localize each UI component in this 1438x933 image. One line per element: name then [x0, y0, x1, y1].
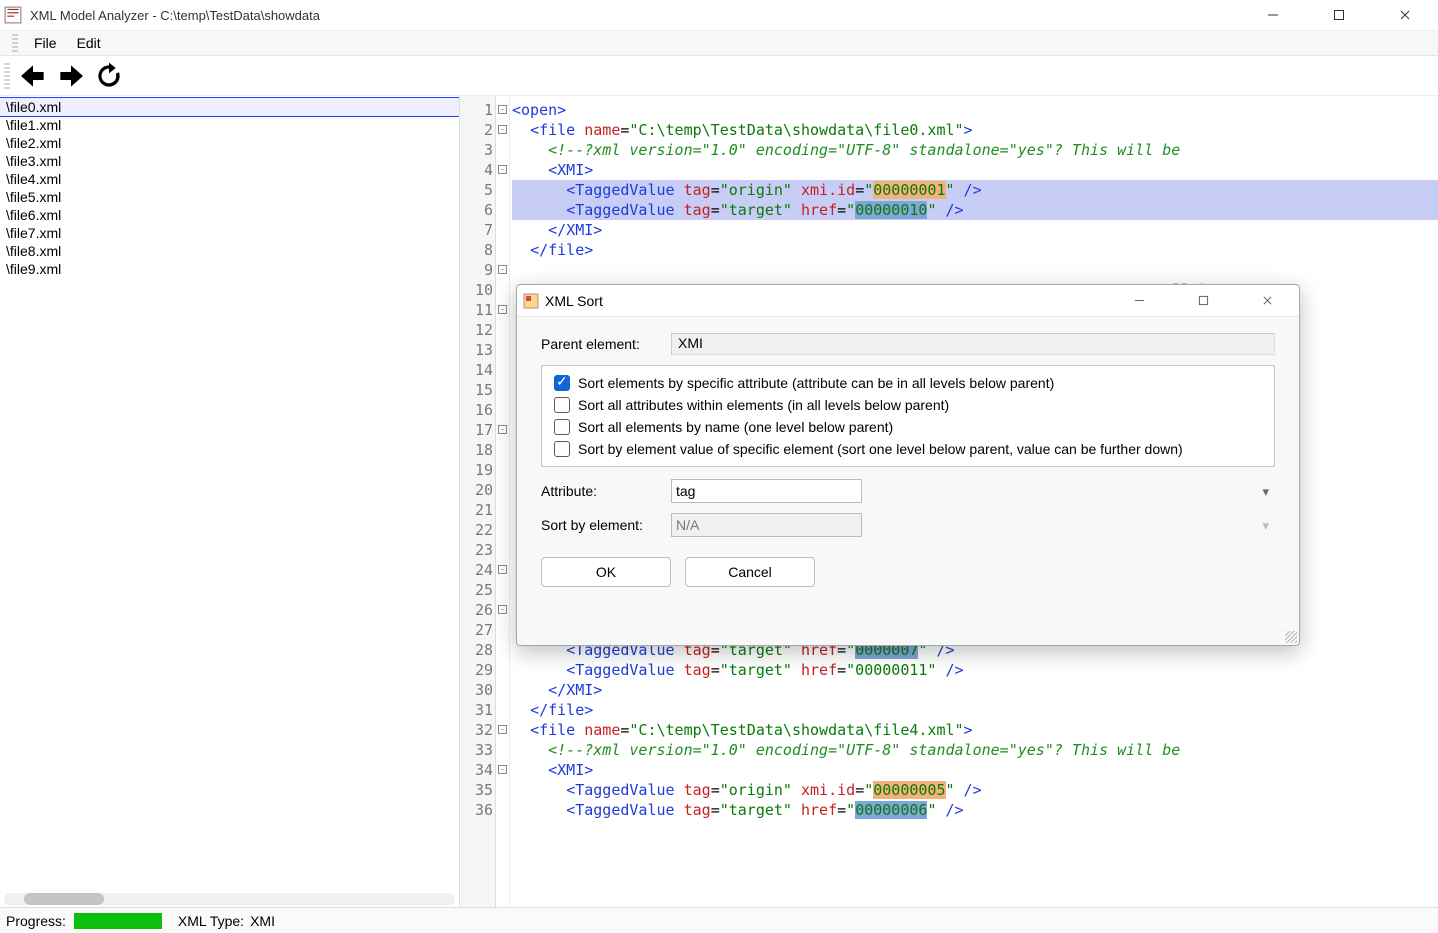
- fold-column[interactable]: - - - - - - - - - -: [496, 96, 510, 907]
- sort-by-element-label: Sort by element:: [541, 517, 671, 533]
- dialog-icon: [523, 293, 539, 309]
- menu-edit[interactable]: Edit: [67, 32, 111, 54]
- status-bar: Progress: XML Type: XMI: [0, 907, 1438, 933]
- window-title: XML Model Analyzer - C:\temp\TestData\sh…: [30, 8, 1250, 23]
- back-button[interactable]: [14, 59, 52, 93]
- fold-toggle[interactable]: -: [498, 305, 507, 314]
- attribute-select[interactable]: [671, 479, 862, 503]
- sort-option-label: Sort all elements by name (one level bel…: [578, 419, 893, 435]
- dock-grip-icon: [4, 63, 10, 89]
- file-list-item[interactable]: \file2.xml: [0, 134, 459, 152]
- parent-element-field: XMI: [671, 333, 1275, 355]
- dialog-titlebar: XML Sort: [517, 285, 1299, 317]
- file-list-item[interactable]: \file7.xml: [0, 224, 459, 242]
- file-list-item[interactable]: \file5.xml: [0, 188, 459, 206]
- sort-option-checkbox[interactable]: [554, 375, 570, 391]
- fold-toggle[interactable]: -: [498, 105, 507, 114]
- file-list-item[interactable]: \file3.xml: [0, 152, 459, 170]
- file-list-item[interactable]: \file0.xml: [0, 98, 459, 116]
- dialog-maximize-button[interactable]: [1181, 287, 1225, 315]
- fold-toggle[interactable]: -: [498, 565, 507, 574]
- dialog-title: XML Sort: [545, 293, 1117, 309]
- file-list-panel: \file0.xml\file1.xml\file2.xml\file3.xml…: [0, 96, 460, 907]
- horizontal-scrollbar[interactable]: [4, 893, 455, 905]
- refresh-button[interactable]: [90, 59, 128, 93]
- file-list-item[interactable]: \file9.xml: [0, 260, 459, 278]
- file-list-item[interactable]: \file4.xml: [0, 170, 459, 188]
- sort-option-label: Sort elements by specific attribute (att…: [578, 375, 1054, 391]
- fold-toggle[interactable]: -: [498, 765, 507, 774]
- sort-option[interactable]: Sort all attributes within elements (in …: [550, 394, 1266, 416]
- xml-sort-dialog: XML Sort Parent element: XMI Sort elemen…: [516, 284, 1300, 646]
- menu-bar: File Edit: [0, 30, 1438, 56]
- sort-option-checkbox[interactable]: [554, 419, 570, 435]
- dialog-minimize-button[interactable]: [1117, 287, 1161, 315]
- sort-option-checkbox[interactable]: [554, 397, 570, 413]
- chevron-down-icon: ▾: [1262, 518, 1269, 534]
- line-number-gutter: 1234567891011121314151617181920212223242…: [460, 96, 496, 907]
- fold-toggle[interactable]: -: [498, 265, 507, 274]
- sort-option[interactable]: Sort by element value of specific elemen…: [550, 438, 1266, 460]
- xmltype-value: XMI: [250, 913, 275, 929]
- ok-button[interactable]: OK: [541, 557, 671, 587]
- fold-toggle[interactable]: -: [498, 605, 507, 614]
- attribute-label: Attribute:: [541, 483, 671, 499]
- cancel-button[interactable]: Cancel: [685, 557, 815, 587]
- sort-by-element-select: [671, 513, 862, 537]
- chevron-down-icon: ▾: [1262, 484, 1269, 500]
- toolbar: [0, 56, 1438, 96]
- file-list-item[interactable]: \file8.xml: [0, 242, 459, 260]
- sort-option[interactable]: Sort all elements by name (one level bel…: [550, 416, 1266, 438]
- progress-bar: [74, 913, 162, 929]
- minimize-button[interactable]: [1250, 0, 1296, 30]
- resize-grip-icon[interactable]: [1285, 631, 1297, 643]
- progress-label: Progress:: [6, 913, 66, 929]
- maximize-button[interactable]: [1316, 0, 1362, 30]
- fold-toggle[interactable]: -: [498, 125, 507, 134]
- sort-option[interactable]: Sort elements by specific attribute (att…: [550, 372, 1266, 394]
- xmltype-label: XML Type:: [178, 913, 244, 929]
- menu-file[interactable]: File: [24, 32, 67, 54]
- sort-option-checkbox[interactable]: [554, 441, 570, 457]
- app-icon: [4, 6, 22, 24]
- sort-option-label: Sort all attributes within elements (in …: [578, 397, 949, 413]
- window-titlebar: XML Model Analyzer - C:\temp\TestData\sh…: [0, 0, 1438, 30]
- fold-toggle[interactable]: -: [498, 725, 507, 734]
- fold-toggle[interactable]: -: [498, 165, 507, 174]
- file-list-item[interactable]: \file1.xml: [0, 116, 459, 134]
- dock-grip-icon: [12, 34, 18, 52]
- file-list-item[interactable]: \file6.xml: [0, 206, 459, 224]
- fold-toggle[interactable]: -: [498, 425, 507, 434]
- forward-button[interactable]: [52, 59, 90, 93]
- close-button[interactable]: [1382, 0, 1428, 30]
- sort-options-group: Sort elements by specific attribute (att…: [541, 365, 1275, 467]
- parent-element-label: Parent element:: [541, 336, 671, 352]
- sort-option-label: Sort by element value of specific elemen…: [578, 441, 1183, 457]
- dialog-close-button[interactable]: [1245, 287, 1289, 315]
